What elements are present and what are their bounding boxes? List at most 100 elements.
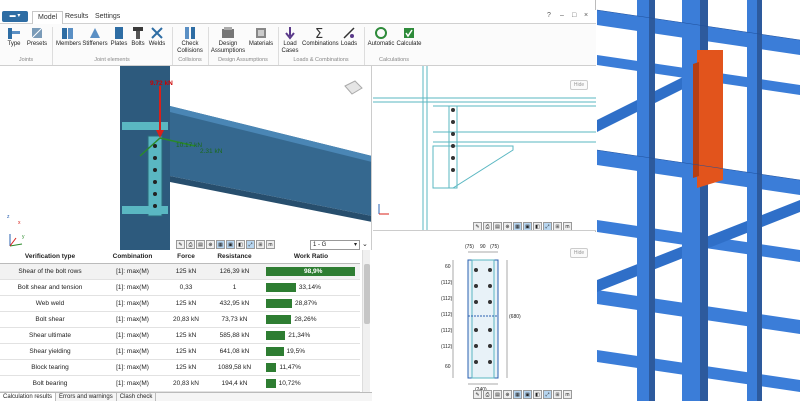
export-icon[interactable]: ▤	[493, 222, 502, 230]
tab-errors-warnings[interactable]: Errors and warnings	[56, 393, 117, 401]
plates-icon	[112, 26, 126, 40]
render-icon[interactable]: ◧	[236, 240, 245, 249]
load-cases-button[interactable]: Load Cases	[280, 26, 300, 55]
solid-icon[interactable]: ▣	[523, 390, 532, 399]
chevron-down-icon: ▾	[353, 242, 357, 248]
automatic-button[interactable]: Automatic	[366, 26, 396, 48]
wireframe-icon[interactable]: ▦	[513, 390, 522, 399]
table-row[interactable]: Shear of the bolt rows [1]: max(M) 125 kN 1…	[0, 263, 360, 280]
select-icon[interactable]: ⤢	[543, 222, 552, 230]
axis-y-label: y	[22, 234, 25, 240]
calculate-button[interactable]: Calculate	[396, 26, 422, 48]
export-icon[interactable]: ▤	[196, 240, 205, 249]
edit-icon[interactable]: ✎	[473, 390, 482, 399]
render-icon[interactable]: ◧	[533, 222, 542, 230]
app-menu-button[interactable]: ▬ ▾	[2, 11, 28, 22]
stiffeners-button[interactable]: Stiffeners	[82, 26, 108, 48]
table-row[interactable]: Shear yielding [1]: max(M) 125 kN 641,08 kN…	[0, 343, 360, 360]
cell-work-ratio: 10,72%	[262, 375, 360, 392]
type-button[interactable]: Type	[4, 26, 24, 48]
welds-button[interactable]: Welds	[148, 26, 166, 48]
select-icon[interactable]: ⤢	[543, 390, 552, 399]
view-3d[interactable]: 9.72 kN 10.17 kN 2.31 kN z y x ✎ ⎙ ▤ ⊕ ▦ ▣ …	[0, 66, 372, 250]
wireframe-icon[interactable]: ▦	[513, 222, 522, 230]
structure-3d-view[interactable]	[597, 0, 800, 401]
tab-results[interactable]: Results	[60, 11, 93, 24]
cell-force: 20,83 kN	[165, 311, 207, 328]
hide-button-top[interactable]: Hide	[570, 80, 588, 90]
close-button[interactable]: ×	[584, 12, 588, 19]
calculate-icon	[402, 26, 416, 40]
force-label-axial: 10.17 kN	[176, 142, 203, 149]
members-button[interactable]: Members	[56, 26, 81, 48]
print-icon[interactable]: ⎙	[483, 390, 492, 399]
presets-button[interactable]: Presets	[26, 26, 48, 48]
table-row[interactable]: Bolt bearing [1]: max(M) 20,83 kN 194,4 kN 1…	[0, 375, 360, 392]
export-icon[interactable]: ▤	[493, 390, 502, 399]
section-icon[interactable]: ⊞	[553, 390, 562, 399]
cell-work-ratio: 21,34%	[262, 327, 360, 344]
results-scrollbar[interactable]	[362, 250, 370, 392]
table-row[interactable]: Bolt shear [1]: max(M) 20,83 kN 73,73 kN 28,…	[0, 311, 360, 328]
view-2d-plate[interactable]: (75) 90 (75) 60 (112) (112) (112) (112) …	[373, 232, 596, 401]
maximize-button[interactable]: □	[572, 12, 576, 19]
ribbon: Type Presets Members Stiffeners Plates B…	[0, 24, 596, 66]
section-icon[interactable]: ⊞	[256, 240, 265, 249]
cell-resistance: 585,88 kN	[207, 327, 262, 344]
loads-button[interactable]: Loads	[340, 26, 358, 48]
cell-resistance: 641,08 kN	[207, 343, 262, 360]
table-row[interactable]: Web weld [1]: max(M) 125 kN 432,95 kN 28,87%	[0, 295, 360, 312]
measure-icon[interactable]: m	[563, 390, 572, 399]
dim-left-4: (112)	[441, 328, 453, 334]
loads-icon	[342, 26, 356, 40]
cell-work-ratio: 28,87%	[262, 295, 360, 312]
print-icon[interactable]: ⎙	[186, 240, 195, 249]
table-row[interactable]: Shear ultimate [1]: max(M) 125 kN 585,88 kN…	[0, 327, 360, 344]
section-icon[interactable]: ⊞	[553, 222, 562, 230]
combinations-button[interactable]: Σ Combinations	[302, 26, 339, 48]
hide-button-bottom[interactable]: Hide	[570, 248, 588, 258]
select-icon[interactable]: ⤢	[246, 240, 255, 249]
table-row[interactable]: Bolt shear and tension [1]: max(M) 0,33 1 33…	[0, 279, 360, 296]
scroll-thumb[interactable]	[364, 264, 370, 324]
measure-icon[interactable]: m	[266, 240, 275, 249]
col-verification-type[interactable]: Verification type	[0, 250, 100, 264]
collapse-icon[interactable]: ⌄	[362, 240, 368, 248]
print-icon[interactable]: ⎙	[483, 222, 492, 230]
solid-icon[interactable]: ▣	[226, 240, 235, 249]
plates-button[interactable]: Plates	[110, 26, 128, 48]
loads-label: Loads	[340, 41, 358, 47]
bottom-tabs: Calculation results Errors and warnings Cl…	[0, 392, 372, 401]
edit-icon[interactable]: ✎	[176, 240, 185, 249]
tab-settings[interactable]: Settings	[90, 11, 125, 24]
view-2d-elevation[interactable]: Hide ✎ ⎙ ▤ ⊕ ▦ ▣ ◧ ⤢ ⊞ m	[373, 66, 596, 231]
table-row[interactable]: Block tearing [1]: max(M) 125 kN 1089,58 kN…	[0, 359, 360, 376]
col-resistance[interactable]: Resistance	[207, 250, 262, 264]
check-collisions-button[interactable]: Check Collisions	[176, 26, 204, 55]
design-assumptions-button[interactable]: Design Assumptions	[210, 26, 246, 55]
help-icon[interactable]: ?	[547, 12, 551, 19]
col-work-ratio[interactable]: Work Ratio	[262, 250, 360, 264]
render-icon[interactable]: ◧	[533, 390, 542, 399]
tab-model[interactable]: Model	[32, 11, 64, 24]
cell-force: 125 kN	[165, 359, 207, 376]
tab-calculation-results[interactable]: Calculation results	[0, 393, 57, 401]
solid-icon[interactable]: ▣	[523, 222, 532, 230]
zoom-fit-icon[interactable]: ⊕	[503, 222, 512, 230]
tab-clash-check[interactable]: Clash check	[117, 393, 157, 401]
svg-text:Σ: Σ	[315, 27, 323, 40]
dim-left-1: (112)	[441, 280, 453, 286]
cell-verification-type: Block tearing	[0, 359, 100, 376]
bolts-button[interactable]: Bolts	[130, 26, 146, 48]
materials-button[interactable]: Materials	[248, 26, 274, 48]
zoom-fit-icon[interactable]: ⊕	[503, 390, 512, 399]
measure-icon[interactable]: m	[563, 222, 572, 230]
col-force[interactable]: Force	[165, 250, 207, 264]
zoom-fit-icon[interactable]: ⊕	[206, 240, 215, 249]
cell-force: 125 kN	[165, 263, 207, 280]
combination-select[interactable]: 1 - G ▾	[310, 240, 360, 250]
minimize-button[interactable]: –	[560, 12, 564, 19]
edit-icon[interactable]: ✎	[473, 222, 482, 230]
wireframe-icon[interactable]: ▦	[216, 240, 225, 249]
col-combination[interactable]: Combination	[100, 250, 165, 264]
